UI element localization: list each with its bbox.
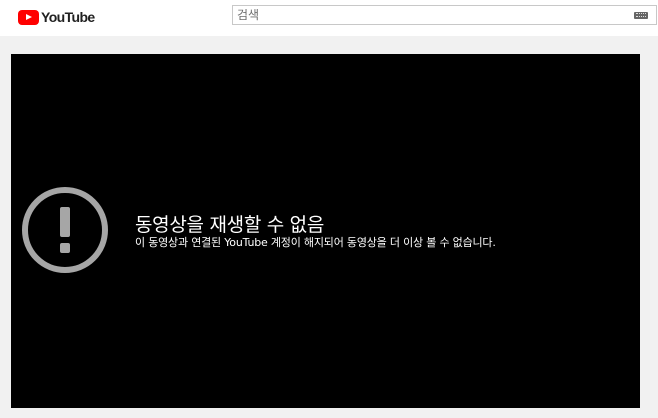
- youtube-logo[interactable]: YouTube: [18, 9, 95, 25]
- error-title: 동영상을 재생할 수 없음: [135, 214, 325, 236]
- keyboard-icon[interactable]: [634, 12, 648, 19]
- search-input[interactable]: [237, 6, 627, 24]
- logo-text: YouTube: [41, 9, 95, 25]
- top-bar: YouTube: [0, 0, 658, 36]
- youtube-play-logo-icon: [18, 9, 39, 25]
- search-box[interactable]: [232, 5, 657, 25]
- video-player[interactable]: 동영상을 재생할 수 없음 이 동영상과 연결된 YouTube 계정이 해지되…: [11, 54, 640, 408]
- exclamation-circle-icon: [22, 187, 108, 273]
- error-message: 이 동영상과 연결된 YouTube 계정이 해지되어 동영상을 더 이상 볼 …: [135, 236, 496, 249]
